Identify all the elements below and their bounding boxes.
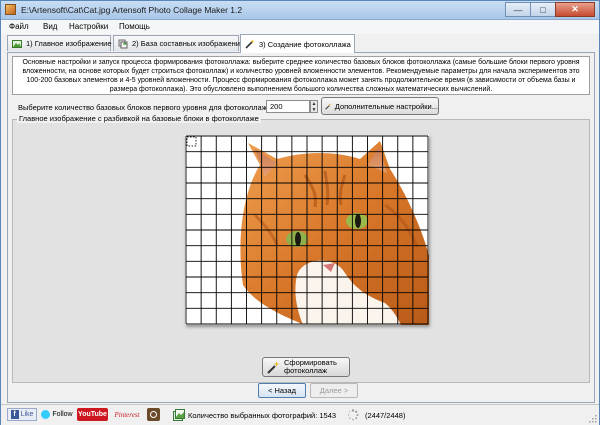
menu-help[interactable]: Помощь (119, 22, 150, 31)
minimize-button[interactable]: — (505, 2, 531, 17)
youtube-button[interactable]: YouTube (77, 408, 108, 421)
tab-component-database-label: 2) База составных изображений (132, 39, 245, 48)
image-icon (12, 39, 22, 48)
facebook-like-button[interactable]: f Like (7, 408, 37, 421)
create-collage-button[interactable]: Сформировать фотоколлаж (262, 357, 350, 377)
preview-group-label: Главное изображение с разбивкой на базов… (17, 114, 261, 123)
maximize-icon: □ (540, 4, 546, 15)
app-window: E:\Artensoft\Cat\Cat.jpg Artensoft Photo… (0, 0, 600, 425)
create-wand-icon (267, 361, 280, 374)
cat-photo-with-grid (185, 135, 429, 325)
photos-icon (173, 409, 185, 421)
loading-spinner-icon (347, 409, 359, 421)
instagram-button[interactable] (147, 408, 160, 421)
magic-wand-icon (245, 39, 255, 49)
selected-photos-count: Количество выбранных фотографий: 1543 (188, 411, 337, 420)
description-box: Основные настройки и запуск процесса фор… (12, 56, 590, 95)
tab-create-collage[interactable]: 3) Создание фотоколлажа (240, 34, 355, 53)
like-label: Like (20, 411, 34, 418)
menu-view[interactable]: Вид (43, 22, 57, 31)
twitter-icon (41, 410, 51, 419)
tab-main-image-label: 1) Главное изображение (26, 39, 112, 48)
settings-wand-icon (325, 102, 332, 110)
preview-group: Главное изображение с разбивкой на базов… (12, 114, 590, 383)
resize-grip-icon[interactable] (587, 413, 597, 423)
close-icon: ✕ (571, 4, 579, 14)
window-title: E:\Artensoft\Cat\Cat.jpg Artensoft Photo… (21, 5, 243, 15)
follow-label: Follow (52, 411, 73, 418)
block-count-spinner[interactable]: ▲ ▼ (310, 100, 318, 113)
main-image-preview (185, 135, 429, 325)
twitter-follow-button[interactable]: Follow (39, 408, 75, 421)
block-count-label: Выберите количество базовых блоков перво… (18, 103, 273, 112)
status-bar: f Like Follow YouTube Pinterest Количест… (1, 404, 599, 425)
app-logo-icon (5, 4, 16, 15)
minimize-icon: — (513, 4, 523, 15)
facebook-icon: f (10, 410, 19, 419)
create-collage-label: Сформировать фотоколлаж (284, 358, 337, 375)
collage-panel: Основные настройки и запуск процесса фор… (7, 52, 595, 403)
tab-create-collage-label: 3) Создание фотоколлажа (259, 39, 351, 49)
maximize-button[interactable]: □ (530, 2, 556, 17)
menu-bar: Файл Вид Настройки Помощь (1, 20, 599, 34)
title-bar: E:\Artensoft\Cat\Cat.jpg Artensoft Photo… (1, 1, 599, 20)
menu-settings[interactable]: Настройки (69, 22, 108, 31)
tab-main-image[interactable]: 1) Главное изображение (7, 35, 112, 51)
next-button[interactable]: Далее > (310, 383, 358, 398)
progress-counter: (2447/2448) (365, 411, 406, 420)
close-button[interactable]: ✕ (555, 2, 595, 17)
spin-down-icon: ▼ (311, 107, 317, 113)
instagram-icon (150, 411, 157, 418)
advanced-settings-label: Дополнительные настройки... (334, 101, 438, 111)
tab-component-database[interactable]: 2) База составных изображений (113, 35, 244, 51)
youtube-label: YouTube (78, 411, 107, 418)
window-controls: — □ ✕ (505, 2, 595, 17)
block-count-input[interactable] (266, 100, 310, 113)
database-icon (118, 39, 128, 48)
pinterest-label: Pinterest (114, 410, 140, 419)
back-button[interactable]: < Назад (258, 383, 306, 398)
advanced-settings-button[interactable]: Дополнительные настройки... (321, 97, 439, 115)
pinterest-button[interactable]: Pinterest (111, 408, 143, 421)
menu-file[interactable]: Файл (9, 22, 29, 31)
